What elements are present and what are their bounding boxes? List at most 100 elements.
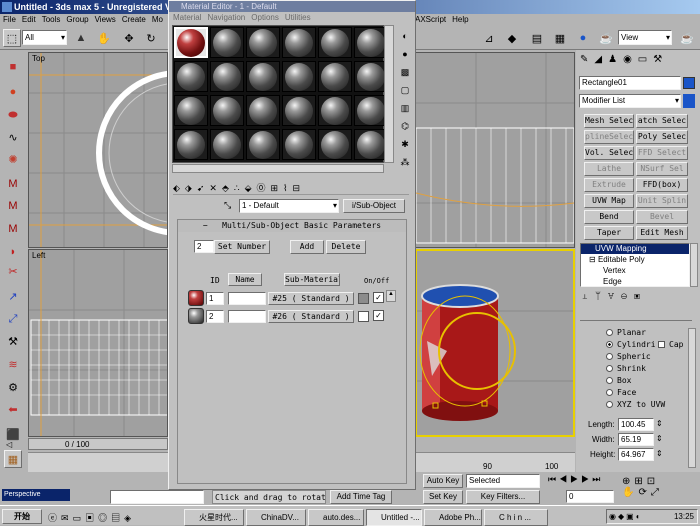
- mod-lathe-button[interactable]: Lathe: [584, 162, 634, 176]
- me-menu-navigation[interactable]: Navigation: [207, 12, 245, 23]
- sample-slot[interactable]: [210, 27, 244, 58]
- task-item-3[interactable]: auto.des...: [308, 509, 364, 526]
- put-to-scene-icon[interactable]: ⬗: [185, 183, 197, 193]
- sample-slot[interactable]: [246, 61, 280, 92]
- stack-item-uvw-mapping[interactable]: UVW Mapping: [581, 244, 689, 254]
- assign-to-selection-icon[interactable]: ➹: [197, 183, 210, 193]
- zoom-all-icon[interactable]: ⊞: [634, 476, 646, 487]
- task-item-1[interactable]: 火星时代...: [184, 509, 244, 526]
- menu-help[interactable]: Help: [452, 14, 468, 26]
- make-copy-icon[interactable]: ⬘: [222, 183, 234, 193]
- go-to-parent-icon[interactable]: ⊟: [292, 183, 305, 193]
- material-name-field[interactable]: 1 - Default ▾: [239, 199, 339, 213]
- mod-extrude-button[interactable]: Extrude: [584, 178, 634, 192]
- viewport-front[interactable]: [415, 52, 575, 248]
- tool-box-icon[interactable]: ■: [4, 58, 22, 76]
- pick-material-icon[interactable]: ⤡: [224, 200, 234, 210]
- menu-tools[interactable]: Tools: [42, 14, 61, 26]
- configure-sets-icon[interactable]: ▣: [634, 291, 647, 302]
- add-button[interactable]: Add: [290, 240, 324, 254]
- utilities-tab-icon[interactable]: ⚒: [653, 54, 668, 65]
- task-item-5[interactable]: Adobe Ph...: [424, 509, 482, 526]
- tool-modifier-m3-icon[interactable]: M: [4, 220, 22, 238]
- select-by-name-icon[interactable]: ✋: [95, 29, 113, 47]
- sample-slot[interactable]: [246, 95, 280, 126]
- sample-type-icon[interactable]: ◐: [397, 27, 413, 45]
- me-menu-material[interactable]: Material: [173, 12, 201, 23]
- sample-slot[interactable]: [354, 27, 388, 58]
- sample-slot[interactable]: [354, 129, 388, 160]
- sub-name-field[interactable]: [228, 292, 266, 305]
- tool-bend-icon[interactable]: ✂: [4, 262, 22, 280]
- tool-modifier-m1-icon[interactable]: M: [4, 175, 22, 193]
- sample-slot[interactable]: [210, 95, 244, 126]
- tool-light-icon[interactable]: ✺: [4, 150, 22, 168]
- modifier-stack-scrollbar[interactable]: [690, 243, 698, 287]
- video-color-check-icon[interactable]: ▥: [397, 99, 413, 117]
- tray-icons[interactable]: ◉◆▣◐: [607, 512, 643, 521]
- tool-grid-icon[interactable]: ▦: [4, 450, 22, 468]
- mirror-icon[interactable]: ⊿: [480, 29, 498, 47]
- mod-ffd-box-button[interactable]: FFD(box): [636, 178, 688, 192]
- menu-maxscript[interactable]: AXScript: [415, 14, 446, 26]
- zoom-extents-icon[interactable]: ⊡: [647, 476, 659, 487]
- map-planar-radio[interactable]: Planar: [606, 328, 646, 337]
- sub-color-swatch[interactable]: [358, 293, 369, 304]
- mod-poly-select-button[interactable]: Poly Selec: [636, 130, 688, 144]
- ql-outlook-icon[interactable]: ✉: [61, 513, 73, 523]
- sub-material-button[interactable]: #25 ( Standard ): [268, 292, 354, 305]
- make-unique-me-icon[interactable]: ∴: [234, 183, 245, 193]
- select-by-material-icon[interactable]: ⁂: [397, 153, 413, 171]
- stack-item-vertex[interactable]: Vertex: [581, 265, 689, 276]
- rollout-title[interactable]: − Multi/Sub-Object Basic Parameters: [178, 220, 406, 232]
- task-item-4-active[interactable]: Untitled -...: [366, 509, 422, 526]
- sample-slot[interactable]: [210, 129, 244, 160]
- pan-icon[interactable]: ✋: [622, 487, 638, 498]
- mod-mesh-select-button[interactable]: Mesh Selec: [584, 114, 634, 128]
- background-icon[interactable]: ▩: [397, 63, 413, 81]
- map-xyz-uvw-radio[interactable]: XYZ to UVW: [606, 400, 665, 409]
- align-icon[interactable]: ◆: [503, 29, 521, 47]
- track-view-icon[interactable]: ▤: [528, 29, 546, 47]
- sub-onoff-checkbox[interactable]: ✓: [373, 292, 384, 303]
- delete-button[interactable]: Delete: [326, 240, 366, 254]
- sub-id-field[interactable]: 1: [206, 292, 224, 305]
- sample-slots-vscrollbar[interactable]: [384, 25, 394, 163]
- reset-map-icon[interactable]: ✕: [209, 183, 222, 193]
- schematic-icon[interactable]: ▦: [551, 29, 569, 47]
- ql-ie-icon[interactable]: ⓔ: [48, 513, 61, 523]
- maximize-icon[interactable]: ⤢: [651, 487, 663, 498]
- render-scene-icon[interactable]: ☕: [597, 29, 615, 47]
- mod-vol-select-button[interactable]: Vol. Selec: [584, 146, 634, 160]
- sample-slot[interactable]: [210, 61, 244, 92]
- perspective-minimized[interactable]: Perspective: [2, 489, 70, 501]
- tool-shape-icon[interactable]: ◗: [4, 243, 22, 261]
- backlight-icon[interactable]: ●: [397, 45, 413, 63]
- create-tab-icon[interactable]: ✎: [580, 54, 594, 65]
- me-menu-utilities[interactable]: Utilities: [285, 12, 311, 23]
- sample-slot[interactable]: [174, 129, 208, 160]
- select-region-icon[interactable]: ⬚: [3, 29, 21, 47]
- tool-bone-icon[interactable]: ⚒: [4, 332, 22, 350]
- sample-slot[interactable]: [318, 61, 352, 92]
- options-icon[interactable]: ✱: [397, 135, 413, 153]
- map-spherical-radio[interactable]: Spheric: [606, 352, 651, 361]
- sample-slot[interactable]: [282, 129, 316, 160]
- sample-slot[interactable]: [282, 61, 316, 92]
- tool-spring-icon[interactable]: ≋: [4, 355, 22, 373]
- mod-unit-spline-button[interactable]: Unit Splin: [636, 194, 688, 208]
- mod-nsurf-sel-button[interactable]: NSurf Sel: [636, 162, 688, 176]
- time-slider[interactable]: 0 / 100: [28, 438, 168, 450]
- set-number-button[interactable]: Set Number: [214, 240, 270, 254]
- menu-file[interactable]: File: [3, 14, 16, 26]
- view-dropdown[interactable]: View ▾: [618, 30, 672, 45]
- menu-modifiers[interactable]: Mo: [152, 14, 163, 26]
- tool-wrench-icon[interactable]: ⚙: [4, 378, 22, 396]
- sample-slot[interactable]: [282, 95, 316, 126]
- sub-name-field[interactable]: [228, 310, 266, 323]
- ql-app4-icon[interactable]: ▣: [85, 513, 98, 523]
- zoom-icon[interactable]: ⊕: [622, 476, 634, 487]
- tool-helper-icon[interactable]: ↗: [4, 287, 22, 305]
- ql-app6-icon[interactable]: ▤: [111, 513, 124, 523]
- maxscript-listener-field[interactable]: [110, 490, 204, 504]
